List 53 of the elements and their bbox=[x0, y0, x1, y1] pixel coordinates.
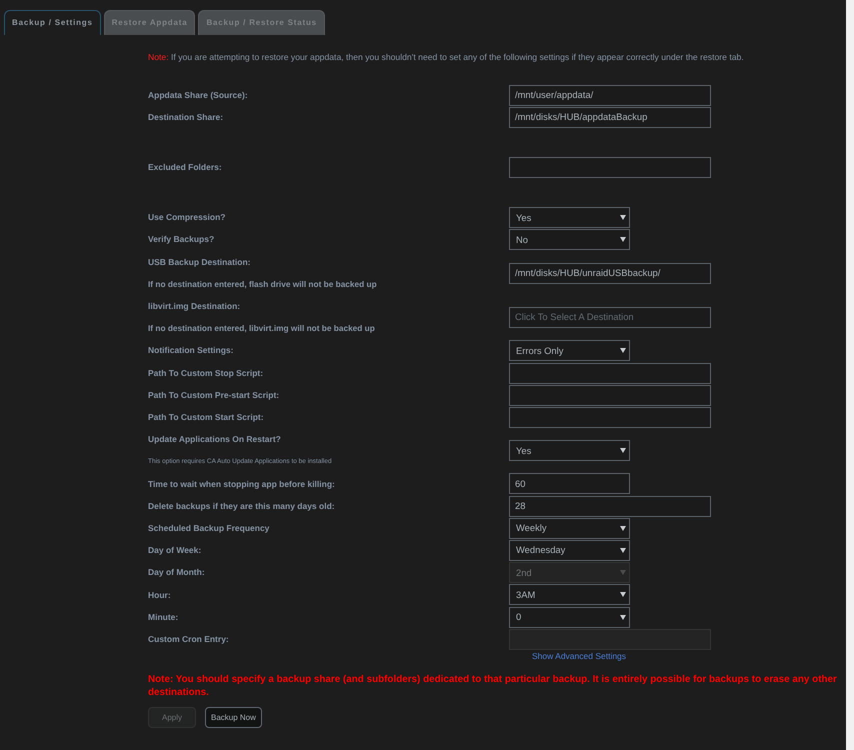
notice-text: Note: If you are attempting to restore your appdata, then you shouldn't need to set any of the following settings if they appear correctly under the restore tab. bbox=[148, 52, 745, 63]
field-label: Day of Week: bbox=[148, 544, 202, 557]
field-label: Notification Settings: bbox=[148, 344, 234, 358]
text-field[interactable] bbox=[509, 156, 711, 178]
field-label: Time to wait when stopping app before killing: bbox=[148, 478, 335, 490]
field-label: Excluded Folders: bbox=[148, 161, 222, 174]
field-label: USB Backup Destination: bbox=[148, 256, 250, 268]
text-field[interactable] bbox=[509, 362, 711, 384]
caret-icon bbox=[620, 348, 626, 354]
field-label: Path To Custom Start Script: bbox=[148, 411, 264, 424]
field-hint: If no destination entered, libvirt.img will not be backed up bbox=[148, 322, 375, 335]
field-hint: If no destination entered, flash drive will not be backed up bbox=[148, 278, 377, 290]
dropdown[interactable]: No bbox=[509, 229, 630, 250]
text-field[interactable]: /mnt/disks/HUB/unraidUSBbackup/ bbox=[509, 262, 711, 284]
caret-icon bbox=[620, 614, 626, 620]
dropdown[interactable]: 3AM bbox=[509, 584, 630, 606]
field-label: Update Applications On Restart? bbox=[148, 433, 281, 446]
dropdown[interactable]: 0 bbox=[509, 606, 630, 628]
caret-icon bbox=[620, 570, 626, 576]
caret-icon bbox=[620, 215, 626, 220]
show-advanced-settings-link[interactable]: Show Advanced Settings bbox=[532, 650, 626, 663]
field-label: Day of Month: bbox=[148, 566, 205, 580]
field-label: Destination Share: bbox=[148, 110, 224, 124]
caret-icon bbox=[620, 237, 626, 242]
caret-icon bbox=[620, 548, 626, 554]
field-label: Verify Backups? bbox=[148, 233, 214, 246]
field-label: Minute: bbox=[148, 610, 178, 624]
text-field[interactable]: 28 bbox=[509, 496, 711, 517]
caret-icon bbox=[620, 592, 626, 598]
text-field[interactable] bbox=[509, 406, 711, 428]
field-label: Use Compression? bbox=[148, 211, 226, 224]
field-label: Path To Custom Stop Script: bbox=[148, 366, 264, 380]
warning-text: Note: You should specify a backup share (and subfolders) dedicated to that particular backup. It is entirely possible for backups to erase any other destinations. bbox=[148, 673, 838, 700]
text-field[interactable] bbox=[509, 384, 711, 406]
field-label: Path To Custom Pre-start Script: bbox=[148, 388, 280, 402]
field-label: Hour: bbox=[148, 588, 171, 602]
text-field[interactable]: /mnt/user/appdata/ bbox=[509, 84, 711, 106]
caret-icon bbox=[620, 526, 626, 531]
field-label: libvirt.img Destination: bbox=[148, 300, 240, 313]
dropdown[interactable]: Errors Only bbox=[509, 340, 630, 362]
dropdown[interactable]: Yes bbox=[509, 440, 630, 462]
text-field[interactable]: 60 bbox=[509, 473, 630, 494]
backup-now-button[interactable]: Backup Now bbox=[205, 707, 262, 728]
dropdown[interactable]: Weekly bbox=[509, 518, 630, 539]
field-label: Custom Cron Entry: bbox=[148, 632, 229, 646]
text-field[interactable]: /mnt/disks/HUB/appdataBackup bbox=[509, 106, 711, 128]
field-label: Appdata Share (Source): bbox=[148, 88, 248, 102]
dropdown[interactable]: Wednesday bbox=[509, 540, 630, 562]
dropdown[interactable]: Yes bbox=[509, 207, 630, 228]
tab[interactable]: Backup / Settings bbox=[4, 10, 101, 35]
caret-icon bbox=[620, 448, 626, 454]
field-label: Scheduled Backup Frequency bbox=[148, 522, 270, 535]
field-label: Delete backups if they are this many days old: bbox=[148, 500, 335, 513]
